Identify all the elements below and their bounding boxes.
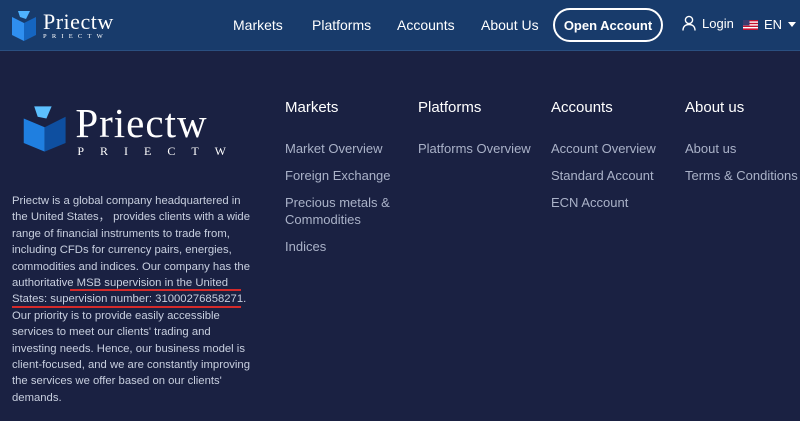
language-label: EN — [764, 17, 783, 32]
footer-link-standard-account[interactable]: Standard Account — [551, 167, 654, 184]
footer-link-foreign-exchange[interactable]: Foreign Exchange — [285, 167, 391, 184]
login-link[interactable]: Login — [682, 15, 734, 31]
footer-heading-markets: Markets — [285, 99, 339, 116]
open-account-button[interactable]: Open Account — [553, 8, 663, 42]
footer-link-market-overview[interactable]: Market Overview — [285, 140, 383, 157]
footer-link-precious-metals[interactable]: Precious metals & — [285, 194, 390, 211]
footer-link-indices[interactable]: Indices — [285, 238, 326, 255]
chevron-down-icon — [788, 22, 797, 27]
footer-heading-platforms: Platforms — [418, 99, 482, 116]
language-selector[interactable]: EN — [743, 17, 797, 32]
logo-name: Priectw — [43, 9, 114, 35]
user-icon — [682, 15, 696, 31]
nav-markets[interactable]: Markets — [233, 17, 283, 33]
footer-heading-accounts: Accounts — [551, 99, 613, 116]
nav-platforms[interactable]: Platforms — [312, 17, 371, 33]
logo-subtitle: PRIECTW — [43, 33, 108, 41]
highlight-underline — [12, 306, 241, 308]
logo-mark-icon — [23, 106, 66, 152]
footer-link-commodities[interactable]: Commodities — [285, 211, 361, 228]
logo-mark-icon — [12, 11, 36, 41]
footer-link-account-overview[interactable]: Account Overview — [551, 140, 656, 157]
site-header: Priectw PRIECTW Markets Platforms Accoun… — [0, 0, 800, 51]
company-description: Priectw is a global company headquartere… — [12, 195, 250, 404]
footer-link-terms-conditions[interactable]: Terms & Conditions — [685, 167, 798, 184]
nav-about-us[interactable]: About Us — [481, 17, 539, 33]
logo-name: Priectw — [75, 100, 208, 146]
us-flag-icon — [743, 19, 758, 30]
footer-logo[interactable]: Priectw PRIECTW — [22, 103, 242, 159]
highlight-underline — [70, 289, 241, 291]
footer-link-about-us[interactable]: About us — [685, 140, 736, 157]
logo-subtitle: PRIECTW — [77, 144, 242, 158]
header-logo[interactable]: Priectw PRIECTW — [10, 9, 125, 43]
footer-link-platforms-overview[interactable]: Platforms Overview — [418, 140, 531, 157]
nav-accounts[interactable]: Accounts — [397, 17, 455, 33]
footer-heading-about-us: About us — [685, 99, 745, 116]
login-label: Login — [702, 15, 734, 31]
footer-link-ecn-account[interactable]: ECN Account — [551, 194, 628, 211]
